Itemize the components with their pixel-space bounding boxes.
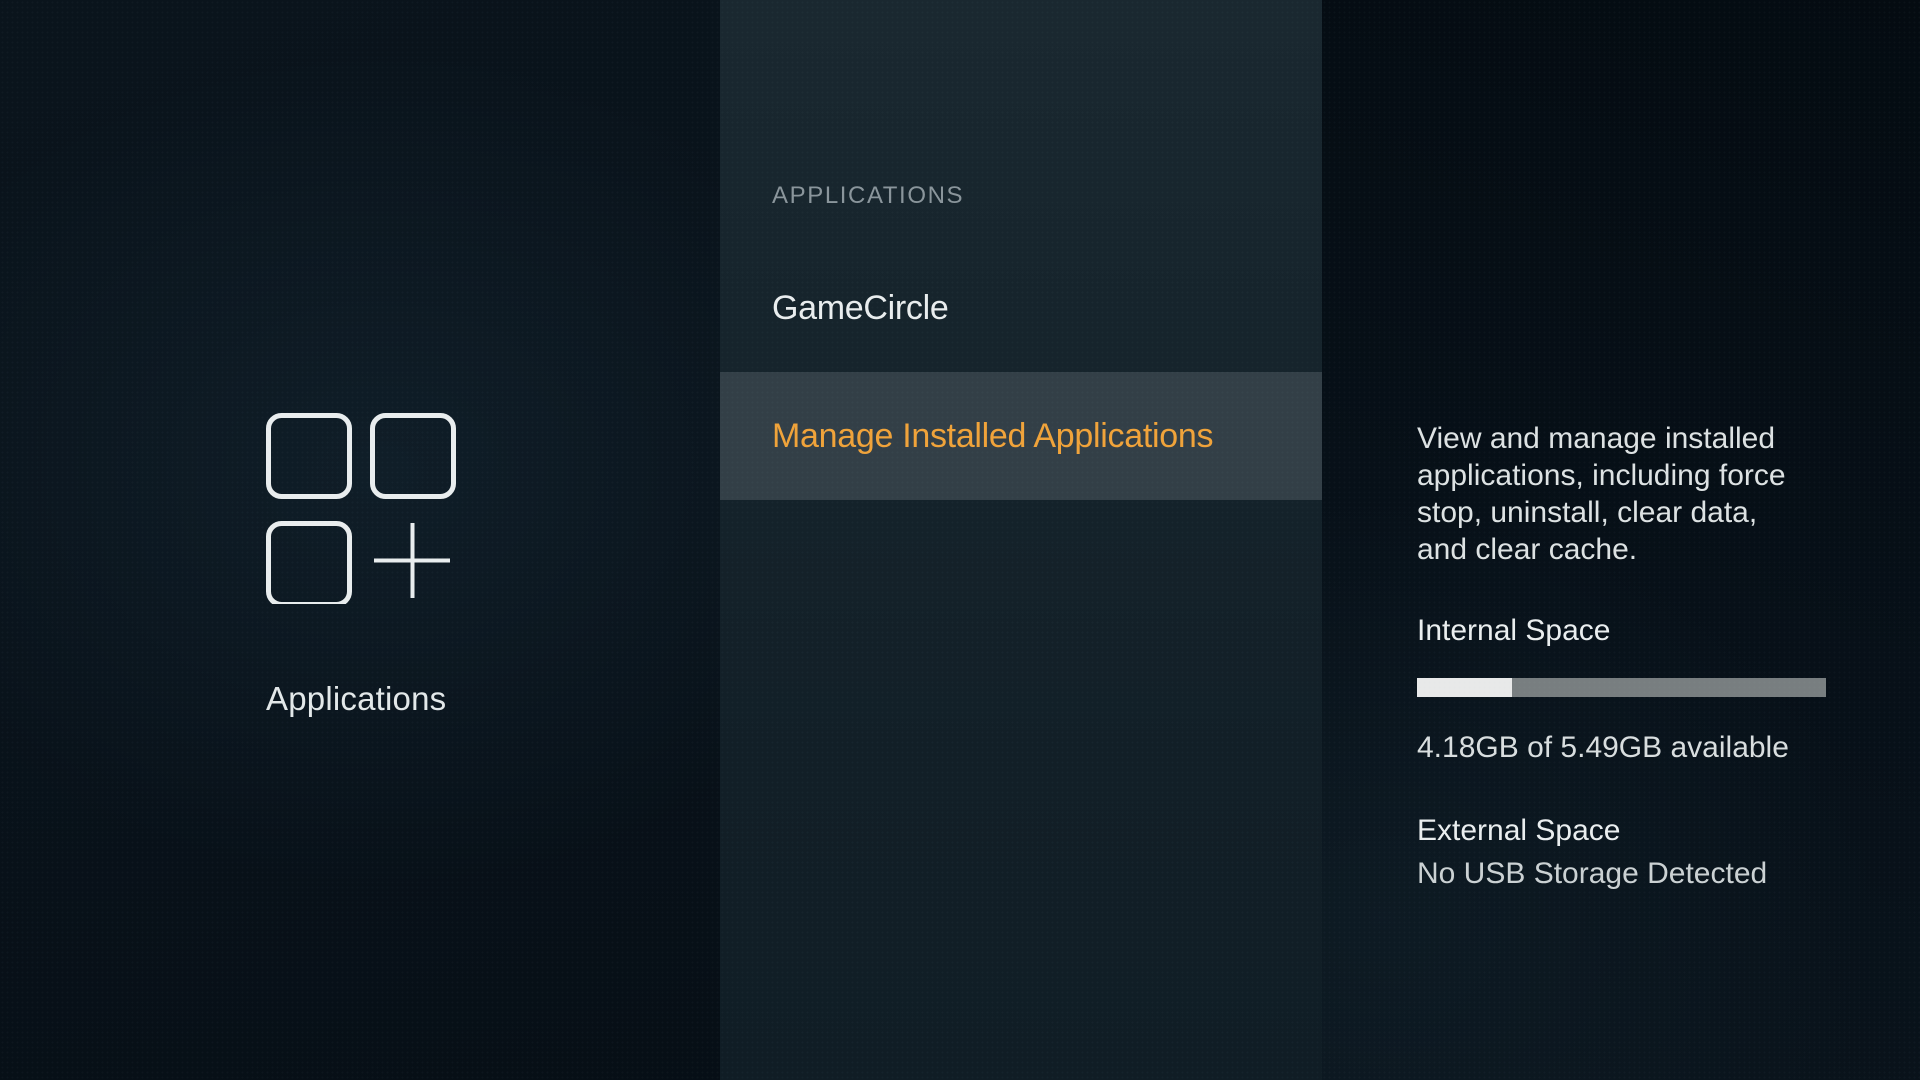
applications-grid-plus-icon (266, 412, 456, 604)
external-space-title: External Space (1417, 812, 1857, 849)
description-line: View and manage installed (1417, 420, 1857, 457)
category-panel: Applications (0, 0, 720, 1080)
menu-item-gamecircle[interactable]: GameCircle (720, 244, 1322, 372)
menu-item-manage-installed-applications[interactable]: Manage Installed Applications (720, 372, 1322, 500)
item-description: View and manage installed applications, … (1417, 420, 1857, 568)
menu-panel: APPLICATIONS GameCircle Manage Installed… (720, 0, 1322, 1080)
menu-item-label: GameCircle (772, 289, 948, 328)
internal-space-available: 4.18GB of 5.49GB available (1417, 729, 1857, 766)
fire-tv-settings-screen: Applications APPLICATIONS GameCircle Man… (0, 0, 1920, 1080)
detail-panel: View and manage installed applications, … (1322, 0, 1920, 1080)
description-line: and clear cache. (1417, 531, 1857, 568)
menu-item-selected-label: Manage Installed Applications (772, 417, 1213, 456)
internal-space-bar (1417, 678, 1826, 697)
description-line: stop, uninstall, clear data, (1417, 494, 1857, 531)
menu-section-header: APPLICATIONS (772, 180, 964, 212)
description-line: applications, including force (1417, 457, 1857, 494)
external-space-status: No USB Storage Detected (1417, 855, 1857, 892)
internal-space-title: Internal Space (1417, 612, 1857, 649)
category-tile-applications[interactable] (266, 412, 456, 604)
category-label: Applications (266, 680, 446, 718)
internal-space-bar-fill (1417, 678, 1512, 697)
